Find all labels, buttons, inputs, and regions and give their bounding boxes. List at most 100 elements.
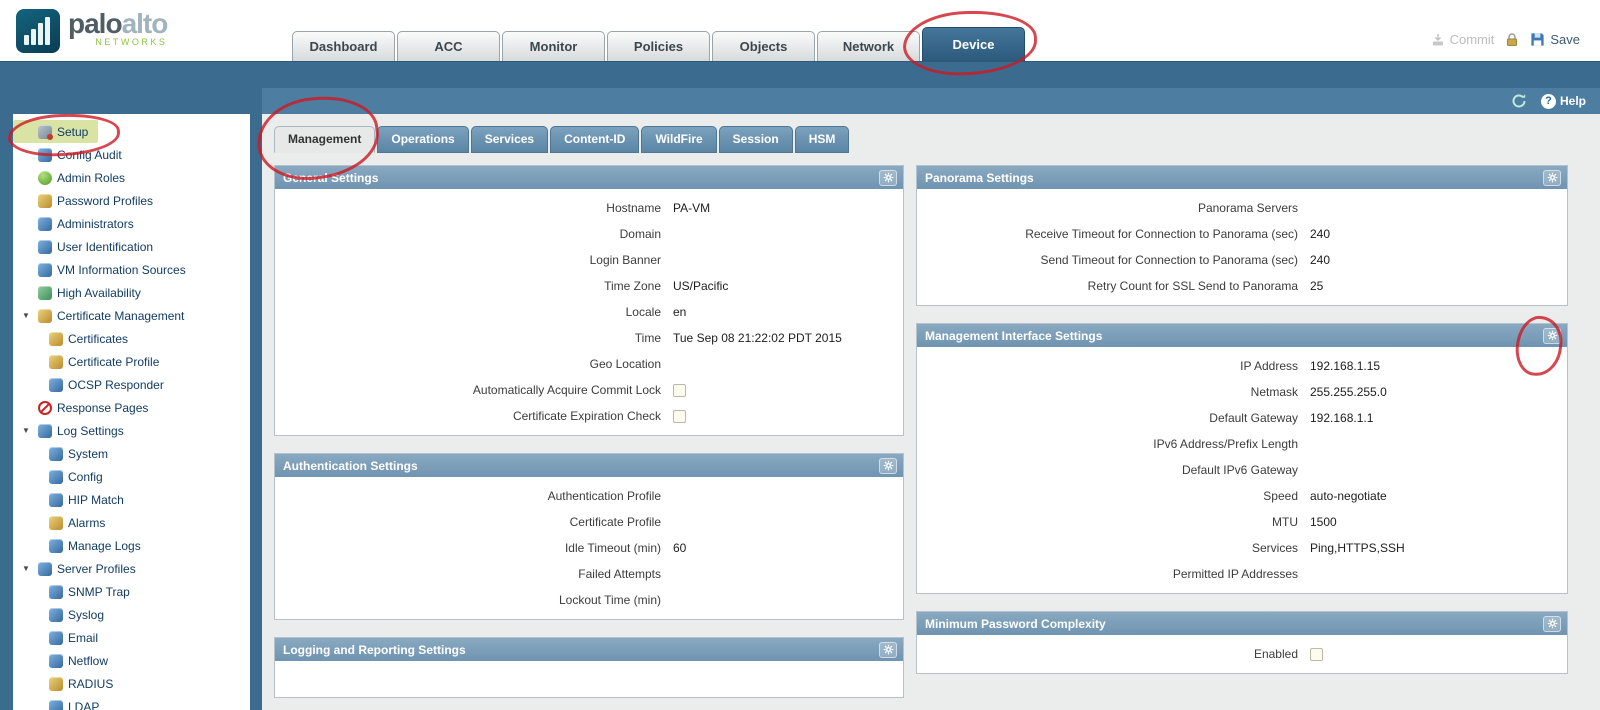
sidebar-item-system[interactable]: System (13, 442, 118, 465)
panel-title: Panorama Settings (925, 170, 1034, 185)
gear-icon (883, 172, 893, 183)
hip-match-icon (49, 492, 63, 507)
help-button[interactable]: ? Help (1540, 93, 1586, 109)
field-row: Time Tue Sep 08 21:22:02 PDT 2015 (283, 325, 895, 351)
panel-general-settings: General Settings Hostname PA-VM Domain Login… (274, 165, 904, 436)
sidebar-item-config-audit[interactable]: Config Audit (13, 143, 132, 166)
sidebar-item-password-profiles[interactable]: Password Profiles (13, 189, 163, 212)
field-row: IP Address 192.168.1.15 (925, 353, 1559, 379)
collapse-arrow-icon[interactable]: ▼ (19, 426, 33, 435)
nav-tab-network[interactable]: Network (817, 31, 920, 61)
sidebar-item-syslog[interactable]: Syslog (13, 603, 114, 626)
edit-panorama-settings-button[interactable] (1543, 169, 1561, 186)
subtab-session[interactable]: Session (718, 126, 793, 153)
nav-tab-device[interactable]: Device (922, 27, 1025, 61)
sidebar-item-hip-match[interactable]: HIP Match (13, 488, 134, 511)
panel-header-management-interface-settings: Management Interface Settings (917, 324, 1567, 347)
sidebar-item-label: Netflow (68, 653, 109, 668)
panel-logging-and-reporting-settings: Logging and Reporting Settings (274, 637, 904, 698)
save-icon (1531, 33, 1544, 46)
paloalto-logo: paloalto NETWORKS (16, 9, 168, 53)
field-label: Geo Location (589, 357, 661, 371)
sidebar-item-administrators[interactable]: Administrators (13, 212, 144, 235)
refresh-button[interactable] (1511, 93, 1527, 109)
sidebar-item-label: Config (68, 469, 103, 484)
logo-bar (38, 23, 43, 45)
field-row: Default Gateway 192.168.1.1 (925, 405, 1559, 431)
nav-tab-dashboard[interactable]: Dashboard (292, 31, 395, 61)
field-row: Failed Attempts (283, 561, 895, 587)
field-label: Retry Count for SSL Send to Panorama (1087, 279, 1298, 293)
lock-icon (1507, 32, 1518, 46)
sidebar-item-server-profiles[interactable]: ▼ Server Profiles (13, 557, 146, 580)
panel-body: Panorama Servers Receive Timeout for Conn… (917, 189, 1567, 305)
field-label: Receive Timeout for Connection to Panora… (1025, 227, 1298, 241)
sidebar-item-netflow[interactable]: Netflow (13, 649, 118, 672)
panel-header-authentication-settings: Authentication Settings (275, 454, 903, 477)
sidebar-item-snmp-trap[interactable]: SNMP Trap (13, 580, 140, 603)
sidebar-item-ldap[interactable]: LDAP (13, 695, 109, 710)
edit-management-interface-settings-button[interactable] (1543, 327, 1561, 344)
sidebar-item-config[interactable]: Config (13, 465, 113, 488)
help-label: Help (1559, 94, 1586, 108)
sidebar-item-ocsp-responder[interactable]: OCSP Responder (13, 373, 174, 396)
subtab-management[interactable]: Management (274, 126, 376, 153)
sidebar-item-high-availability[interactable]: High Availability (13, 281, 151, 304)
subtab-operations[interactable]: Operations (377, 126, 469, 153)
logo-bar (24, 35, 29, 45)
commit-lock-icon[interactable] (1506, 32, 1518, 47)
save-button[interactable]: Save (1530, 32, 1580, 47)
brand-wordmark: paloalto (68, 9, 168, 39)
gear-icon (1547, 172, 1557, 183)
panel-body: Authentication Profile Certificate Profil… (275, 477, 903, 619)
sidebar-item-manage-logs[interactable]: Manage Logs (13, 534, 151, 557)
edit-general-settings-button[interactable] (879, 169, 897, 186)
device-subtabs: Management Operations Services Content-ID Wi… (274, 126, 1600, 153)
nav-tab-objects[interactable]: Objects (712, 31, 815, 61)
sidebar-item-email[interactable]: Email (13, 626, 108, 649)
collapse-arrow-icon[interactable]: ▼ (19, 311, 33, 320)
field-row: Certificate Profile (283, 509, 895, 535)
field-row: Time Zone US/Pacific (283, 273, 895, 299)
field-label: Hostname (606, 201, 661, 215)
enabled-checkbox[interactable] (1310, 647, 1323, 661)
sidebar-item-certificate-management[interactable]: ▼ Certificate Management (13, 304, 194, 327)
sidebar-item-admin-roles[interactable]: Admin Roles (13, 166, 135, 189)
edit-minimum-password-complexity-button[interactable] (1543, 615, 1561, 632)
collapse-arrow-icon[interactable]: ▼ (19, 564, 33, 573)
nav-tab-policies[interactable]: Policies (607, 31, 710, 61)
edit-authentication-settings-button[interactable] (879, 457, 897, 474)
subtab-services[interactable]: Services (470, 126, 549, 153)
field-row: Permitted IP Addresses (925, 561, 1559, 587)
commit-button[interactable]: Commit (1431, 32, 1494, 47)
nav-tab-acc[interactable]: ACC (397, 31, 500, 61)
sidebar-item-label: SNMP Trap (68, 584, 130, 599)
sidebar-item-alarms[interactable]: Alarms (13, 511, 115, 534)
automatically-acquire-commit-lock-checkbox[interactable] (673, 383, 686, 397)
nav-tab-monitor[interactable]: Monitor (502, 31, 605, 61)
sidebar-item-user-identification[interactable]: User Identification (13, 235, 163, 258)
sidebar-item-response-pages[interactable]: Response Pages (13, 396, 158, 419)
edit-logging-and-reporting-settings-button[interactable] (879, 641, 897, 658)
field-row: Geo Location (283, 351, 895, 377)
field-value: Tue Sep 08 21:22:02 PDT 2015 (673, 331, 842, 345)
field-row: Certificate Expiration Check (283, 403, 895, 429)
subtab-wildfire[interactable]: WildFire (641, 126, 717, 153)
app-header: paloalto NETWORKS Dashboard ACC Monitor Pol… (0, 0, 1600, 62)
ocsp-responder-icon (49, 377, 63, 392)
subtab-content-id[interactable]: Content-ID (550, 126, 640, 153)
sidebar-item-setup[interactable]: Setup (13, 120, 99, 143)
sidebar-item-certificate-profile[interactable]: Certificate Profile (13, 350, 169, 373)
panel-header-panorama-settings: Panorama Settings (917, 166, 1567, 189)
sidebar-item-radius[interactable]: RADIUS (13, 672, 123, 695)
field-value: US/Pacific (673, 279, 729, 293)
subtab-hsm[interactable]: HSM (794, 126, 850, 153)
save-label: Save (1550, 32, 1580, 47)
sidebar-item-log-settings[interactable]: ▼ Log Settings (13, 419, 134, 442)
manage-logs-icon (49, 538, 63, 553)
sidebar-item-vm-information-sources[interactable]: VM Information Sources (13, 258, 196, 281)
sidebar-item-certificates[interactable]: Certificates (13, 327, 138, 350)
field-label: Failed Attempts (578, 567, 661, 581)
certificate-expiration-check-checkbox[interactable] (673, 409, 686, 423)
snmp-trap-icon (49, 584, 63, 599)
